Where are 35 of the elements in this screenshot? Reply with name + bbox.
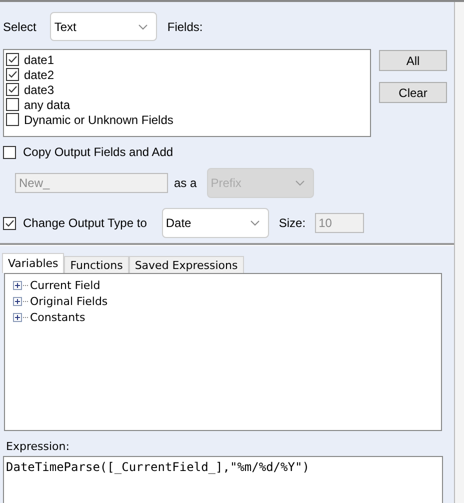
chevron-icon — [138, 24, 148, 30]
tab[interactable]: Functions — [64, 256, 129, 273]
clear-button[interactable]: Clear — [379, 82, 447, 103]
tab[interactable]: Variables — [2, 253, 64, 273]
select-dropdown[interactable]: Text — [50, 12, 158, 41]
expression-label: Expression: — [6, 440, 70, 453]
field-item[interactable]: any data — [6, 97, 368, 112]
expand-icon[interactable] — [13, 296, 22, 306]
type-dropdown[interactable]: Date — [162, 208, 269, 238]
copy-output-label: Copy Output Fields and Add — [23, 145, 174, 159]
chevron-icon — [250, 220, 260, 226]
as-a-label: as a — [174, 176, 197, 190]
size-label: Size: — [278, 216, 306, 230]
select-label: Select — [3, 20, 36, 34]
tab[interactable]: Saved Expressions — [128, 256, 244, 273]
checkbox[interactable] — [6, 68, 19, 81]
field-item[interactable]: date3 — [6, 82, 368, 97]
field-item[interactable]: Dynamic or Unknown Fields — [6, 112, 368, 127]
chevron-icon — [294, 180, 305, 186]
tree-item[interactable]: Constants — [30, 310, 86, 324]
checkbox[interactable] — [3, 216, 16, 230]
checkbox[interactable] — [6, 113, 19, 126]
field-item[interactable]: date2 — [6, 67, 368, 82]
field-item[interactable]: date1 — [6, 52, 368, 67]
checkbox[interactable] — [6, 53, 19, 66]
checkbox[interactable] — [6, 98, 19, 111]
expand-icon[interactable] — [13, 312, 22, 322]
expression-editor[interactable]: DateTimeParse([_CurrentField_],"%m/%d/%Y") — [3, 456, 443, 503]
expand-icon[interactable] — [13, 280, 22, 290]
change-type-label: Change Output Type to — [23, 216, 147, 230]
all-button[interactable]: All — [379, 50, 447, 71]
tree-item[interactable]: Original Fields — [30, 294, 108, 308]
checkbox[interactable] — [6, 83, 19, 96]
fields-label: Fields: — [167, 20, 203, 34]
tree-item[interactable]: Current Field — [30, 278, 100, 292]
